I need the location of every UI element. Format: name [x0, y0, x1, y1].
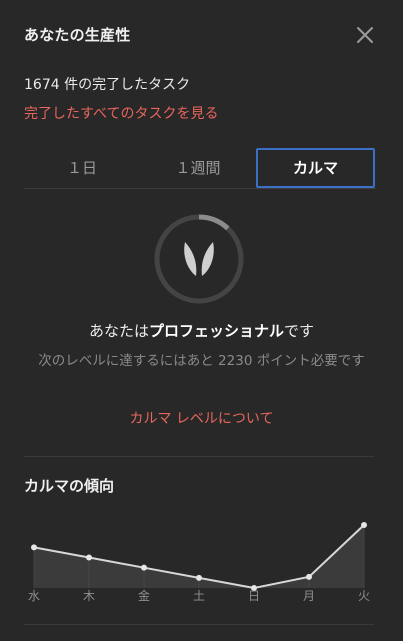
trend-x-label: 月	[303, 589, 315, 603]
bottom-divider	[24, 624, 374, 625]
karma-progress-ring	[152, 212, 246, 306]
trend-x-label: 水	[28, 589, 40, 603]
trend-x-label: 金	[138, 588, 150, 603]
section-divider	[24, 456, 374, 457]
completed-tasks-count: 1674 件の完了したタスク	[24, 77, 191, 93]
trend-point-水	[31, 544, 37, 551]
next-level-text: 次のレベルに達するにはあと 2230 ポイント必要です	[38, 353, 365, 369]
tab-week[interactable]: １週間	[140, 148, 256, 188]
panel-title: あなたの生産性	[24, 26, 131, 44]
level-prefix: あなたは	[88, 322, 149, 340]
karma-level-text: あなたはプロフェッショナルです	[0, 320, 403, 341]
level-suffix: です	[284, 322, 315, 340]
karma-trend-title: カルマの傾向	[24, 477, 115, 495]
period-tabs: １日 １週間 カルマ	[24, 148, 376, 189]
trend-x-label: 土	[193, 589, 205, 603]
karma-levels-link[interactable]: カルマ レベルについて	[0, 408, 403, 428]
ring-track	[154, 214, 244, 304]
level-name: プロフェッショナル	[148, 322, 284, 340]
trend-point-金	[141, 564, 147, 571]
trend-x-label: 火	[358, 589, 370, 603]
close-button[interactable]	[354, 24, 376, 46]
trend-point-土	[196, 574, 202, 581]
trend-x-label: 日	[248, 589, 260, 603]
trend-x-label: 木	[83, 589, 95, 603]
view-all-completed-link[interactable]: 完了したすべてのタスクを見る	[24, 103, 218, 123]
karma-trend-chart: 水木金土日月火	[28, 522, 370, 603]
trend-point-木	[86, 554, 92, 561]
trend-point-火	[361, 522, 367, 528]
karma-logo-icon	[184, 242, 214, 276]
tab-karma[interactable]: カルマ	[256, 148, 375, 188]
tab-day[interactable]: １日	[24, 148, 140, 188]
trend-point-月	[306, 573, 312, 580]
productivity-panel: あなたの生産性 1674 件の完了したタスク 完了したすべてのタスクを見る １日…	[0, 0, 403, 641]
close-icon	[357, 27, 373, 43]
